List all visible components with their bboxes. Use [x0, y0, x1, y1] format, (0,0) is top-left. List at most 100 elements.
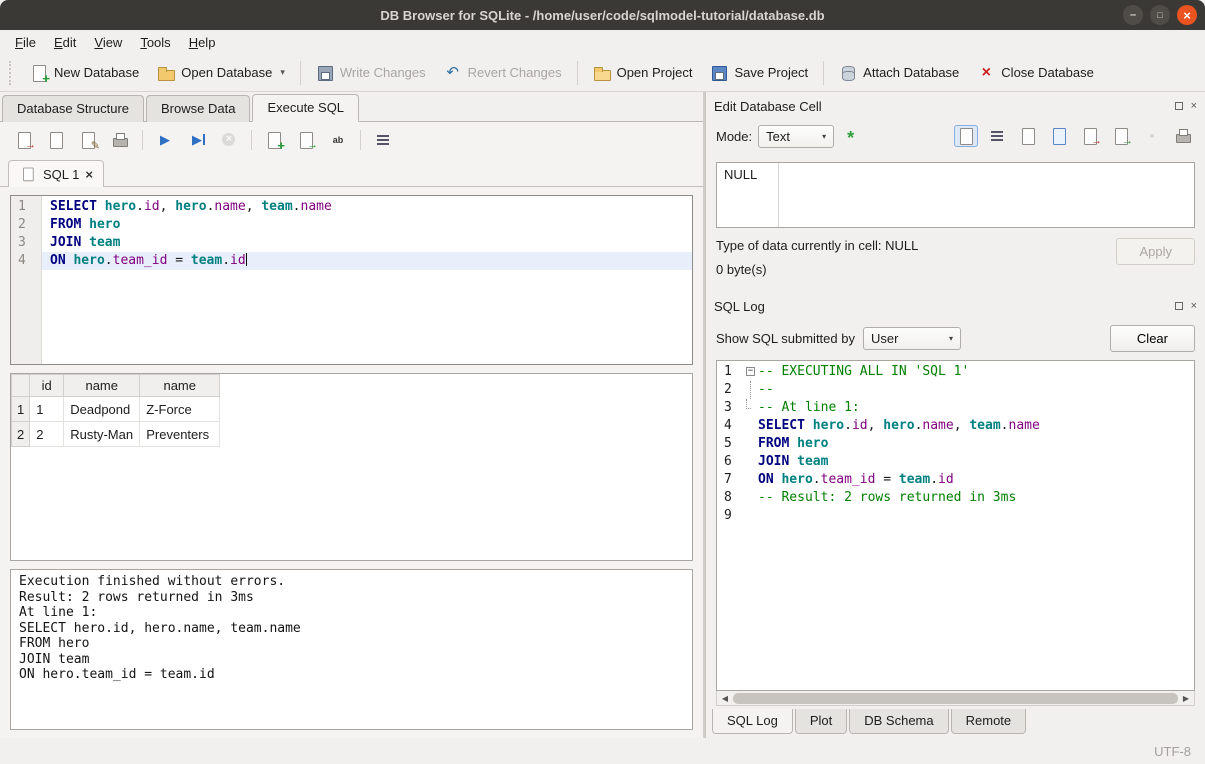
- result-cell[interactable]: Z-Force: [140, 397, 220, 422]
- scrollbar-thumb[interactable]: [733, 693, 1178, 704]
- apply-button[interactable]: Apply: [1116, 238, 1195, 265]
- new-tab-icon[interactable]: [262, 129, 286, 151]
- close-dock-icon[interactable]: ×: [1191, 300, 1197, 312]
- log-filter-combobox[interactable]: User ▾: [863, 327, 961, 350]
- save-sql-file-icon[interactable]: [44, 129, 68, 151]
- minimize-button[interactable]: –: [1123, 5, 1143, 25]
- close-dock-icon[interactable]: ×: [1191, 100, 1197, 112]
- docktab-db-schema[interactable]: DB Schema: [849, 709, 948, 734]
- tab-execute-sql[interactable]: Execute SQL: [252, 94, 359, 122]
- line-number: 2: [11, 216, 42, 234]
- word-wrap-icon[interactable]: [371, 129, 395, 151]
- clear-log-button[interactable]: Clear: [1110, 325, 1195, 352]
- cell-value: NULL: [717, 163, 779, 227]
- mode-text-icon[interactable]: [954, 125, 978, 147]
- edit-cell-dock-header: Edit Database Cell ×: [706, 92, 1205, 118]
- right-dock: Edit Database Cell × Mode: Text ▾ NULL T…: [705, 92, 1205, 738]
- attach-database-button[interactable]: Attach Database: [831, 59, 967, 87]
- menu-edit[interactable]: Edit: [45, 33, 85, 52]
- word-wrap-icon[interactable]: [985, 125, 1009, 147]
- menu-help[interactable]: Help: [180, 33, 225, 52]
- tab-browse-data[interactable]: Browse Data: [146, 95, 250, 122]
- print-icon[interactable]: [108, 129, 132, 151]
- editor-line: 1SELECT hero.id, hero.name, team.name: [11, 198, 692, 216]
- main-tab-bar: Database StructureBrowse DataExecute SQL: [0, 92, 703, 122]
- editor-line-text: FROM hero: [42, 216, 692, 234]
- float-square-icon: [1175, 102, 1183, 110]
- docktab-plot[interactable]: Plot: [795, 709, 847, 734]
- corner-header-cell: [12, 375, 30, 397]
- open-project-button[interactable]: Open Project: [585, 59, 701, 87]
- log-line-text: SELECT hero.id, hero.name, team.name: [758, 417, 1040, 435]
- sql-toolbar: [0, 122, 703, 158]
- set-null-icon: [1140, 125, 1164, 147]
- sql-log-view[interactable]: 1−-- EXECUTING ALL IN 'SQL 1'2--3-- At l…: [716, 360, 1195, 691]
- tab-database-structure[interactable]: Database Structure: [2, 95, 144, 122]
- open-database-icon: [157, 64, 175, 82]
- scroll-left-icon[interactable]: ◀: [717, 694, 733, 703]
- new-database-button[interactable]: New Database: [22, 59, 147, 87]
- result-cell[interactable]: Deadpond: [64, 397, 140, 422]
- editor-line-text: ON hero.team_id = team.id: [42, 252, 692, 270]
- collapse-icon[interactable]: −: [746, 367, 755, 376]
- log-line-number: 6: [717, 453, 743, 471]
- close-button[interactable]: ×: [1177, 5, 1197, 25]
- column-header-name[interactable]: name: [64, 375, 140, 397]
- execute-all-glyph: [156, 131, 174, 149]
- mode-combobox-value: Text: [766, 129, 790, 144]
- log-line-number: 9: [717, 507, 743, 525]
- execute-all-icon[interactable]: [153, 129, 177, 151]
- menu-accelerator: T: [140, 35, 147, 50]
- result-cell[interactable]: 1: [30, 397, 64, 422]
- sql-document-tab[interactable]: SQL 1 ×: [8, 160, 104, 187]
- log-line-text: JOIN team: [758, 453, 828, 471]
- execute-current-line-icon[interactable]: [185, 129, 209, 151]
- export-data-icon[interactable]: [1109, 125, 1133, 147]
- scroll-right-icon[interactable]: ▶: [1178, 694, 1194, 703]
- column-header-name[interactable]: name: [140, 375, 220, 397]
- column-header-id[interactable]: id: [30, 375, 64, 397]
- paste-icon[interactable]: [1047, 125, 1071, 147]
- menu-tools[interactable]: Tools: [131, 33, 179, 52]
- toolbar-handle[interactable]: [9, 61, 15, 85]
- fold-marker[interactable]: −: [743, 363, 758, 381]
- toolbar-button-label: Attach Database: [863, 65, 959, 80]
- fold-marker: [743, 417, 758, 435]
- docktab-remote[interactable]: Remote: [951, 709, 1027, 734]
- mode-combobox[interactable]: Text ▾: [758, 125, 834, 148]
- save-project-button[interactable]: Save Project: [702, 59, 816, 87]
- horizontal-scrollbar[interactable]: ◀ ▶: [716, 691, 1195, 706]
- print-icon[interactable]: [1171, 125, 1195, 147]
- cell-editor[interactable]: NULL: [716, 162, 1195, 228]
- docktab-sql-log[interactable]: SQL Log: [712, 709, 793, 734]
- close-tab-icon[interactable]: ×: [85, 167, 93, 182]
- result-cell[interactable]: 2: [30, 422, 64, 447]
- float-dock-icon[interactable]: [1175, 302, 1183, 310]
- mode-text-glyph: [957, 127, 975, 145]
- log-line-text: -- EXECUTING ALL IN 'SQL 1': [758, 363, 969, 381]
- maximize-button[interactable]: □: [1150, 5, 1170, 25]
- execute-current-line-glyph: [188, 131, 206, 149]
- log-line-text: -- At line 1:: [758, 399, 860, 417]
- open-sql-file-icon[interactable]: [12, 129, 36, 151]
- titlebar[interactable]: DB Browser for SQLite - /home/user/code/…: [0, 0, 1205, 30]
- menu-view[interactable]: View: [85, 33, 131, 52]
- float-dock-icon[interactable]: [1175, 102, 1183, 110]
- toolbar-button-label: Write Changes: [340, 65, 426, 80]
- find-replace-icon[interactable]: [326, 129, 350, 151]
- save-sql-as-icon[interactable]: [76, 129, 100, 151]
- main-area: Database StructureBrowse DataExecute SQL…: [0, 92, 703, 738]
- sql-editor[interactable]: 1SELECT hero.id, hero.name, team.name2FR…: [10, 195, 693, 365]
- cell-mode-row: Mode: Text ▾: [706, 118, 1205, 154]
- dropdown-arrow-icon[interactable]: ▾: [280, 67, 285, 78]
- result-cell[interactable]: Rusty-Man: [64, 422, 140, 447]
- import-data-icon[interactable]: [1078, 125, 1102, 147]
- copy-icon[interactable]: [1016, 125, 1040, 147]
- close-database-button[interactable]: Close Database: [969, 59, 1102, 87]
- menu-file[interactable]: File: [6, 33, 45, 52]
- auto-switch-mode-icon[interactable]: [840, 125, 864, 147]
- open-in-new-tab-icon[interactable]: [294, 129, 318, 151]
- fold-marker: [743, 453, 758, 471]
- result-cell[interactable]: Preventers: [140, 422, 220, 447]
- open-database-button[interactable]: Open Database▾: [149, 59, 293, 87]
